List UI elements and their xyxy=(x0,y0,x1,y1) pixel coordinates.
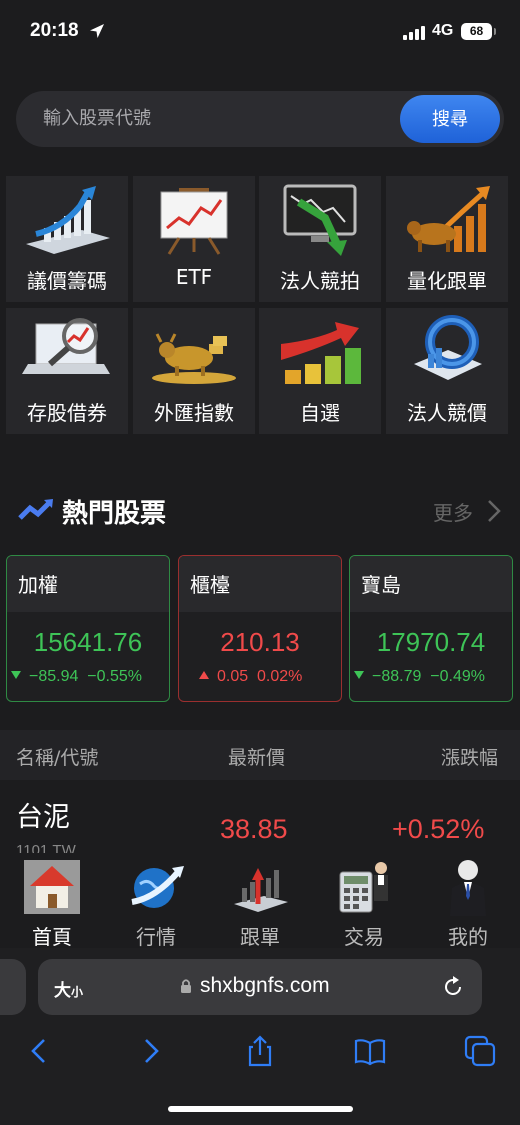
index-pct: 0.02% xyxy=(257,668,303,685)
menu-item-institutional-auction[interactable]: 法人競拍 xyxy=(259,176,381,302)
stock-change-pct: +0.52% xyxy=(392,814,485,844)
tabs-icon[interactable] xyxy=(463,1034,497,1068)
index-value: 210.13 xyxy=(220,627,300,657)
index-change: −88.79 xyxy=(372,668,422,685)
tab-label: 我的 xyxy=(448,925,488,949)
bull-chart-icon xyxy=(407,186,490,252)
index-change: −85.94 xyxy=(29,668,79,685)
table-row[interactable]: 台泥 1101.TW 38.85 +0.52% xyxy=(0,780,520,860)
index-name: 加權 xyxy=(7,556,169,612)
search-input[interactable] xyxy=(43,91,383,147)
tab-label: 行情 xyxy=(136,925,176,949)
previous-tab-preview[interactable] xyxy=(0,959,26,1015)
menu-item-stock-lending[interactable]: 存股借券 xyxy=(6,308,128,434)
index-change-row: 0.05 0.02% xyxy=(199,668,302,686)
index-card-taiex[interactable]: 加權 15641.76 −85.94 −0.55% xyxy=(6,555,170,702)
column-header-price: 最新價 xyxy=(228,747,286,769)
tab-follow[interactable]: 跟單 xyxy=(208,853,312,949)
column-header-name: 名稱/代號 xyxy=(16,747,99,769)
menu-item-forex-index[interactable]: 外匯指數 xyxy=(133,308,255,434)
house-icon xyxy=(24,860,80,914)
address-bar[interactable]: 大小 shxbgnfs.com xyxy=(38,959,482,1015)
chevron-right-icon[interactable] xyxy=(486,499,502,523)
text-size-button[interactable]: 大小 xyxy=(54,976,83,1001)
index-pct: −0.49% xyxy=(430,668,485,685)
menu-item-label: 存股借券 xyxy=(27,401,107,425)
businessman-icon xyxy=(450,860,486,916)
home-indicator[interactable] xyxy=(168,1106,353,1112)
section-title: 熱門股票 xyxy=(62,499,167,529)
bookmarks-icon[interactable] xyxy=(353,1034,387,1068)
signal-icon xyxy=(403,26,427,40)
globe-arrow-icon xyxy=(131,866,184,908)
index-change-row: −88.79 −0.49% xyxy=(354,668,485,686)
down-triangle-icon xyxy=(11,670,21,679)
menu-item-label: ETF xyxy=(175,265,213,289)
text-size-large: 大 xyxy=(54,981,71,1001)
bar-arrow-icon xyxy=(234,868,288,912)
tab-trade[interactable]: 交易 xyxy=(312,853,416,949)
menu-item-watchlist[interactable]: 自選 xyxy=(259,308,381,434)
tab-profile[interactable]: 我的 xyxy=(416,853,520,949)
tab-label: 首頁 xyxy=(32,925,72,949)
blue-ring-icon xyxy=(414,315,482,380)
down-triangle-icon xyxy=(354,670,364,679)
index-pct: −0.55% xyxy=(87,668,142,685)
network-type: 4G xyxy=(432,22,454,39)
more-link[interactable]: 更多 xyxy=(433,497,473,526)
forward-icon[interactable] xyxy=(134,1034,168,1068)
battery-icon: 68 xyxy=(461,23,496,40)
menu-item-bargain-chips[interactable]: 議價籌碼 xyxy=(6,176,128,302)
lock-icon xyxy=(181,979,191,993)
monitor-down-arrow-icon xyxy=(283,184,357,256)
menu-item-etf[interactable]: ETF xyxy=(133,176,255,302)
easel-chart-icon xyxy=(160,188,228,255)
trend-icon xyxy=(18,499,53,520)
index-value: 17970.74 xyxy=(376,627,486,657)
search-bar: 搜尋 xyxy=(16,91,504,147)
rising-chart-icon xyxy=(26,186,110,254)
laptop-magnifier-icon xyxy=(22,318,110,374)
index-name: 櫃檯 xyxy=(179,556,341,612)
status-bar: 20:18 4G 68 xyxy=(0,0,520,64)
status-time: 20:18 xyxy=(30,20,79,41)
menu-item-label: 法人競價 xyxy=(407,401,487,425)
column-header-change: 漲跌幅 xyxy=(441,747,499,769)
menu-item-label: 外匯指數 xyxy=(154,401,234,425)
index-card-otc[interactable]: 櫃檯 210.13 0.05 0.02% xyxy=(178,555,342,702)
share-icon[interactable] xyxy=(243,1034,277,1068)
tab-label: 交易 xyxy=(344,925,384,949)
menu-item-label: 議價籌碼 xyxy=(27,269,107,293)
stock-price: 38.85 xyxy=(220,814,288,844)
tab-bar: 首頁 行情 跟單 交易 我的 xyxy=(0,853,520,949)
menu-item-label: 量化跟單 xyxy=(407,269,487,293)
menu-item-label: 法人競拍 xyxy=(280,269,360,293)
tab-label: 跟單 xyxy=(240,925,280,949)
up-triangle-icon xyxy=(199,670,209,679)
calculator-icon xyxy=(339,862,388,913)
location-arrow-icon xyxy=(90,24,104,38)
bar-growth-icon xyxy=(281,322,361,384)
stock-list-header: 名稱/代號 最新價 漲跌幅 xyxy=(0,730,520,780)
tab-market[interactable]: 行情 xyxy=(104,853,208,949)
text-size-small: 小 xyxy=(71,985,84,999)
tab-home[interactable]: 首頁 xyxy=(0,853,104,949)
reload-icon[interactable] xyxy=(441,975,465,999)
browser-toolbar: 大小 shxbgnfs.com xyxy=(0,948,520,1125)
gold-bull-icon xyxy=(152,333,236,384)
menu-item-label: 自選 xyxy=(300,401,340,425)
index-value: 15641.76 xyxy=(33,627,143,657)
back-icon[interactable] xyxy=(22,1034,56,1068)
index-card-formosa[interactable]: 寶島 17970.74 −88.79 −0.49% xyxy=(349,555,513,702)
search-button[interactable]: 搜尋 xyxy=(400,95,500,143)
index-change-row: −85.94 −0.55% xyxy=(11,668,142,686)
index-change: 0.05 xyxy=(217,668,249,685)
url-text: shxbgnfs.com xyxy=(200,974,330,997)
stock-name: 台泥 xyxy=(16,802,70,833)
menu-item-quant-follow[interactable]: 量化跟單 xyxy=(386,176,508,302)
index-name: 寶島 xyxy=(350,556,512,612)
menu-item-institutional-bid[interactable]: 法人競價 xyxy=(386,308,508,434)
